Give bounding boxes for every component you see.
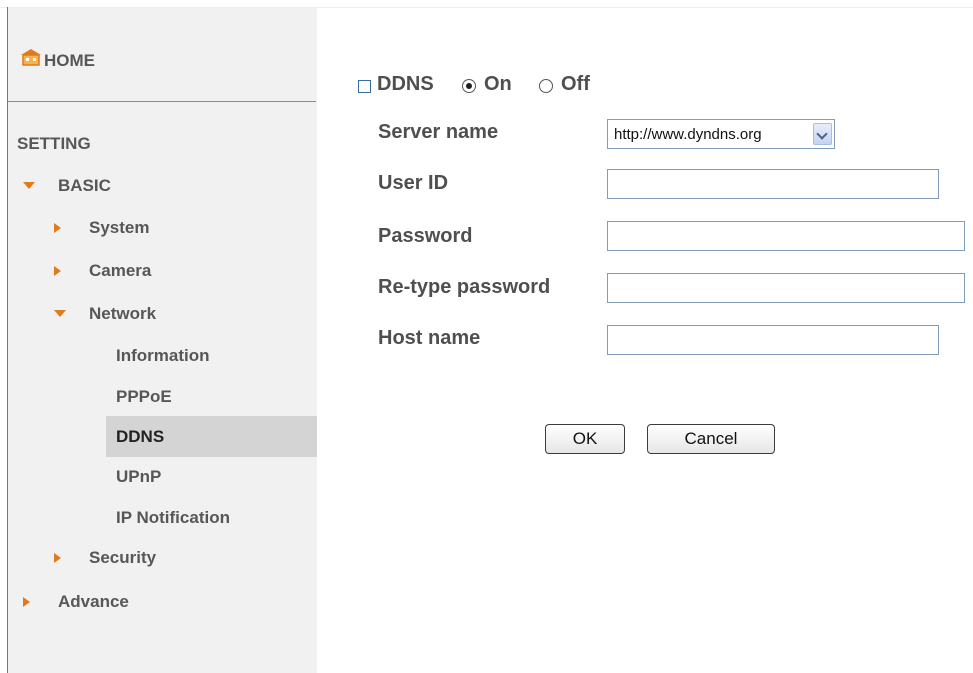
collapsed-arrow-icon[interactable] (54, 223, 61, 233)
expanded-arrow-icon[interactable] (54, 310, 66, 317)
ddns-label: DDNS (377, 73, 434, 95)
nav-ip-notification[interactable]: IP Notification (116, 507, 230, 529)
collapsed-arrow-icon[interactable] (54, 553, 61, 563)
nav-network[interactable]: Network (89, 303, 156, 325)
password-label: Password (378, 225, 473, 247)
host-name-label: Host name (378, 327, 481, 349)
radio-selected-dot-icon (466, 83, 472, 89)
nav-information[interactable]: Information (116, 345, 210, 367)
collapsed-arrow-icon[interactable] (54, 266, 61, 276)
nav-ddns[interactable]: DDNS (116, 426, 164, 448)
server-name-value: http://www.dyndns.org (614, 126, 762, 143)
nav-home[interactable]: HOME (44, 50, 95, 72)
retype-password-input[interactable] (607, 273, 965, 303)
ddns-checkbox-icon (358, 80, 371, 93)
retype-password-label: Re-type password (378, 276, 551, 298)
sidebar-divider (8, 101, 316, 102)
nav-pppoe[interactable]: PPPoE (116, 386, 172, 408)
nav-basic[interactable]: BASIC (58, 175, 111, 197)
server-name-select[interactable]: http://www.dyndns.org (607, 119, 835, 149)
nav-advance[interactable]: Advance (58, 591, 129, 613)
off-label[interactable]: Off (561, 73, 590, 96)
collapsed-arrow-icon[interactable] (23, 597, 30, 607)
expanded-arrow-icon[interactable] (23, 182, 35, 189)
sidebar (8, 8, 317, 673)
host-name-input[interactable] (607, 325, 939, 355)
nav-system[interactable]: System (89, 217, 149, 239)
nav-upnp[interactable]: UPnP (116, 466, 161, 488)
ok-button[interactable]: OK (545, 424, 625, 454)
cancel-button[interactable]: Cancel (647, 424, 775, 454)
radio-off[interactable] (539, 79, 553, 93)
section-setting: SETTING (17, 134, 91, 153)
server-name-label: Server name (378, 121, 499, 143)
chevron-down-icon[interactable] (813, 123, 832, 145)
user-id-input[interactable] (607, 169, 939, 199)
radio-on[interactable] (462, 79, 476, 93)
nav-camera[interactable]: Camera (89, 260, 151, 282)
on-label[interactable]: On (484, 73, 512, 96)
home-icon[interactable] (21, 49, 41, 66)
password-input[interactable] (607, 221, 965, 251)
nav-security[interactable]: Security (89, 547, 156, 569)
user-id-label: User ID (378, 172, 449, 194)
